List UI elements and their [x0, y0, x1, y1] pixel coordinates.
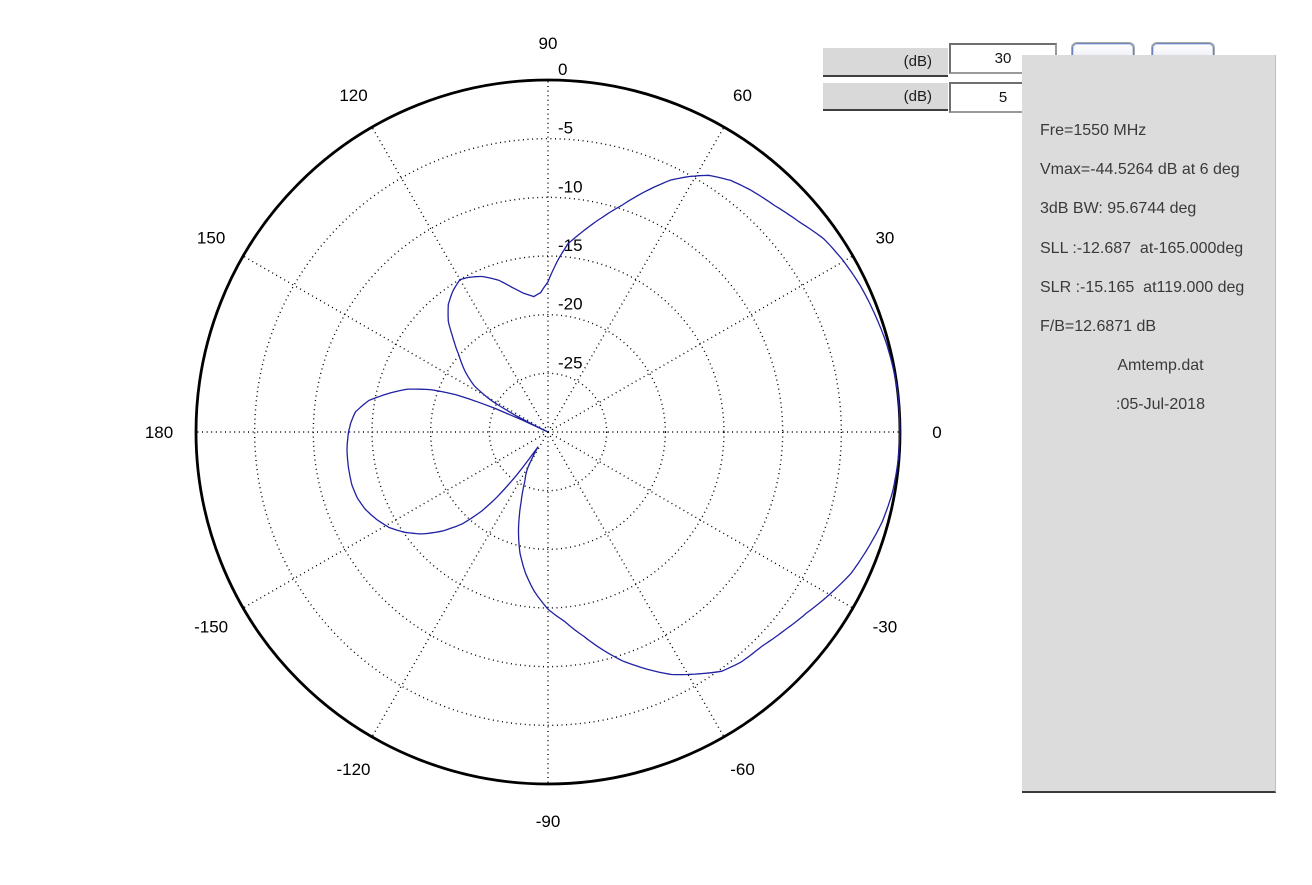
info-front-back: F/B=12.6871 dB — [1040, 318, 1156, 336]
info-slr: SLR :-15.165 at119.000 deg — [1040, 279, 1244, 297]
grid-spoke — [548, 256, 853, 432]
radial-tick-label: -15 — [558, 236, 583, 255]
angle-tick-label: 60 — [733, 86, 752, 105]
info-vmax: Vmax=-44.5264 dB at 6 deg — [1040, 161, 1240, 179]
info-frequency: Fre=1550 MHz — [1040, 122, 1146, 140]
polar-plot: 0 30 60 90 120 150 180 -150 -120 -90 -60 -30 0 -5 -10 -… — [0, 0, 1000, 885]
info-panel: Fre=1550 MHz Vmax=-44.5264 dB at 6 deg 3… — [1022, 55, 1276, 793]
step-db-label: (dB) — [823, 83, 948, 111]
grid-spoke — [548, 127, 724, 432]
info-sll: SLL :-12.687 at-165.000deg — [1040, 240, 1243, 258]
angle-tick-label: 30 — [875, 229, 894, 248]
angle-tick-label: -30 — [873, 618, 898, 637]
angle-tick-label: 120 — [339, 86, 367, 105]
radial-tick-label: 0 — [558, 60, 567, 79]
angle-tick-label: -120 — [336, 760, 370, 779]
radial-tick-label: -10 — [558, 177, 583, 196]
angle-tick-label: -90 — [536, 812, 561, 831]
radial-tick-label: -5 — [558, 119, 573, 138]
angle-tick-label: 90 — [539, 34, 558, 53]
info-beamwidth: 3dB BW: 95.6744 deg — [1040, 200, 1196, 218]
radial-tick-label: -25 — [558, 353, 583, 372]
radial-tick-label: -20 — [558, 295, 583, 314]
radiation-pattern-curve — [347, 175, 900, 674]
info-date: :05-Jul-2018 — [1022, 396, 1275, 414]
angle-tick-label: 150 — [197, 229, 225, 248]
angle-tick-label: 0 — [932, 423, 941, 442]
angle-tick-label: -60 — [730, 760, 755, 779]
angle-tick-label: 180 — [145, 423, 173, 442]
app-window: 0 30 60 90 120 150 180 -150 -120 -90 -60 -30 0 -5 -10 -… — [0, 0, 1312, 885]
angle-tick-label: -150 — [194, 618, 228, 637]
info-file-name: Amtemp.dat — [1022, 357, 1275, 375]
range-db-label: (dB) — [823, 48, 948, 77]
